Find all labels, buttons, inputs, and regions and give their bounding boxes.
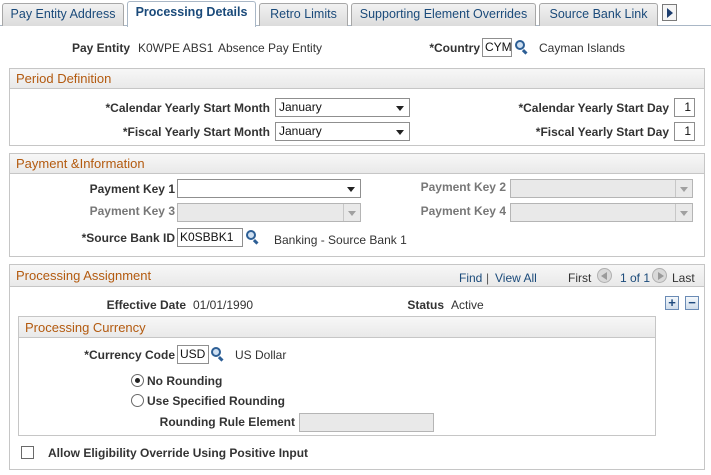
tab-bar: Pay Entity Address Processing Details Re… [0, 0, 711, 27]
effective-date-value: 01/01/1990 [193, 298, 254, 312]
chevron-down-icon [396, 130, 404, 135]
payment-key-3-select [177, 203, 361, 222]
country-lookup-search-icon[interactable] [514, 39, 530, 55]
payment-key-3-label: Payment Key 3 [89, 204, 175, 218]
last-label: Last [672, 271, 695, 285]
chevron-down-icon [680, 211, 688, 216]
next-row-icon[interactable] [652, 268, 667, 283]
country-description: Cayman Islands [539, 41, 626, 55]
tab-label: Supporting Element Overrides [359, 7, 528, 21]
tab-pay-entity-address[interactable]: Pay Entity Address [2, 3, 124, 26]
tab-source-bank-link[interactable]: Source Bank Link [539, 3, 658, 26]
calendar-start-day-input[interactable]: 1 [674, 98, 695, 117]
no-rounding-radio[interactable] [131, 374, 144, 387]
tab-label: Processing Details [135, 5, 248, 19]
rounding-rule-input [299, 413, 434, 432]
previous-row-icon[interactable] [597, 268, 612, 283]
tab-label: Retro Limits [270, 7, 337, 21]
eligibility-override-checkbox[interactable] [21, 446, 34, 459]
add-row-button[interactable]: + [665, 296, 679, 310]
fiscal-start-day-input[interactable]: 1 [674, 122, 695, 141]
pay-entity-label: Pay Entity [71, 41, 130, 55]
chevron-down-icon [396, 106, 404, 111]
source-bank-description: Banking - Source Bank 1 [274, 233, 407, 247]
pay-entity-description: Absence Pay Entity [218, 41, 323, 55]
country-label: *Country [429, 41, 480, 55]
fiscal-start-month-select[interactable]: January [275, 122, 410, 141]
rounding-rule-label: Rounding Rule Element [159, 415, 295, 429]
country-input[interactable]: CYM [482, 38, 512, 57]
payment-key-4-select [510, 203, 693, 222]
source-bank-id-label: *Source Bank ID [81, 231, 175, 245]
delete-row-button[interactable]: − [685, 296, 699, 310]
fiscal-start-day-label: *Fiscal Yearly Start Day [535, 125, 669, 139]
payment-information-title: Payment &Information [10, 154, 704, 174]
tab-label: Source Bank Link [549, 7, 648, 21]
tab-retro-limits[interactable]: Retro Limits [259, 3, 348, 26]
pay-entity-code: K0WPE ABS1 [138, 41, 214, 55]
specified-rounding-label: Use Specified Rounding [147, 394, 286, 408]
source-bank-id-input[interactable]: K0SBBK1 [177, 228, 243, 247]
payment-key-2-select [510, 179, 693, 198]
specified-rounding-radio[interactable] [131, 394, 144, 407]
first-label: First [568, 271, 592, 285]
currency-code-input[interactable]: USD [177, 345, 209, 364]
row-range: 1 of 1 [620, 271, 651, 285]
effective-date-label: Effective Date [106, 298, 186, 312]
status-label: Status [407, 298, 444, 312]
currency-lookup-search-icon[interactable] [210, 346, 226, 362]
processing-currency-title: Processing Currency [19, 317, 655, 338]
currency-description: US Dollar [235, 348, 287, 362]
no-rounding-label: No Rounding [147, 374, 223, 388]
currency-code-label: *Currency Code [84, 348, 175, 362]
tab-label: Pay Entity Address [10, 7, 116, 21]
period-definition-title: Period Definition [10, 69, 704, 89]
tab-processing-details[interactable]: Processing Details [127, 1, 256, 27]
status-value: Active [451, 298, 484, 312]
find-link[interactable]: Find [459, 271, 482, 285]
payment-key-2-label: Payment Key 2 [420, 180, 506, 194]
separator: | [486, 271, 490, 285]
calendar-start-month-select[interactable]: January [275, 98, 410, 117]
eligibility-override-label: Allow Eligibility Override Using Positiv… [48, 446, 309, 460]
payment-key-1-label: Payment Key 1 [89, 182, 175, 196]
fiscal-start-month-value: January [279, 124, 322, 138]
chevron-down-icon [347, 187, 355, 192]
chevron-down-icon [680, 187, 688, 192]
calendar-start-month-label: *Calendar Yearly Start Month [105, 101, 271, 115]
chevron-down-icon [348, 211, 356, 216]
source-bank-lookup-search-icon[interactable] [245, 229, 261, 245]
tab-supporting-element-overrides[interactable]: Supporting Element Overrides [351, 3, 536, 26]
fiscal-start-month-label: *Fiscal Yearly Start Month [122, 125, 270, 139]
calendar-start-month-value: January [279, 100, 322, 114]
payment-key-1-select[interactable] [177, 179, 361, 198]
next-tab-arrow-icon[interactable] [662, 4, 677, 21]
view-all-link[interactable]: View All [495, 271, 537, 285]
calendar-start-day-label: *Calendar Yearly Start Day [518, 101, 669, 115]
payment-key-4-label: Payment Key 4 [420, 204, 506, 218]
